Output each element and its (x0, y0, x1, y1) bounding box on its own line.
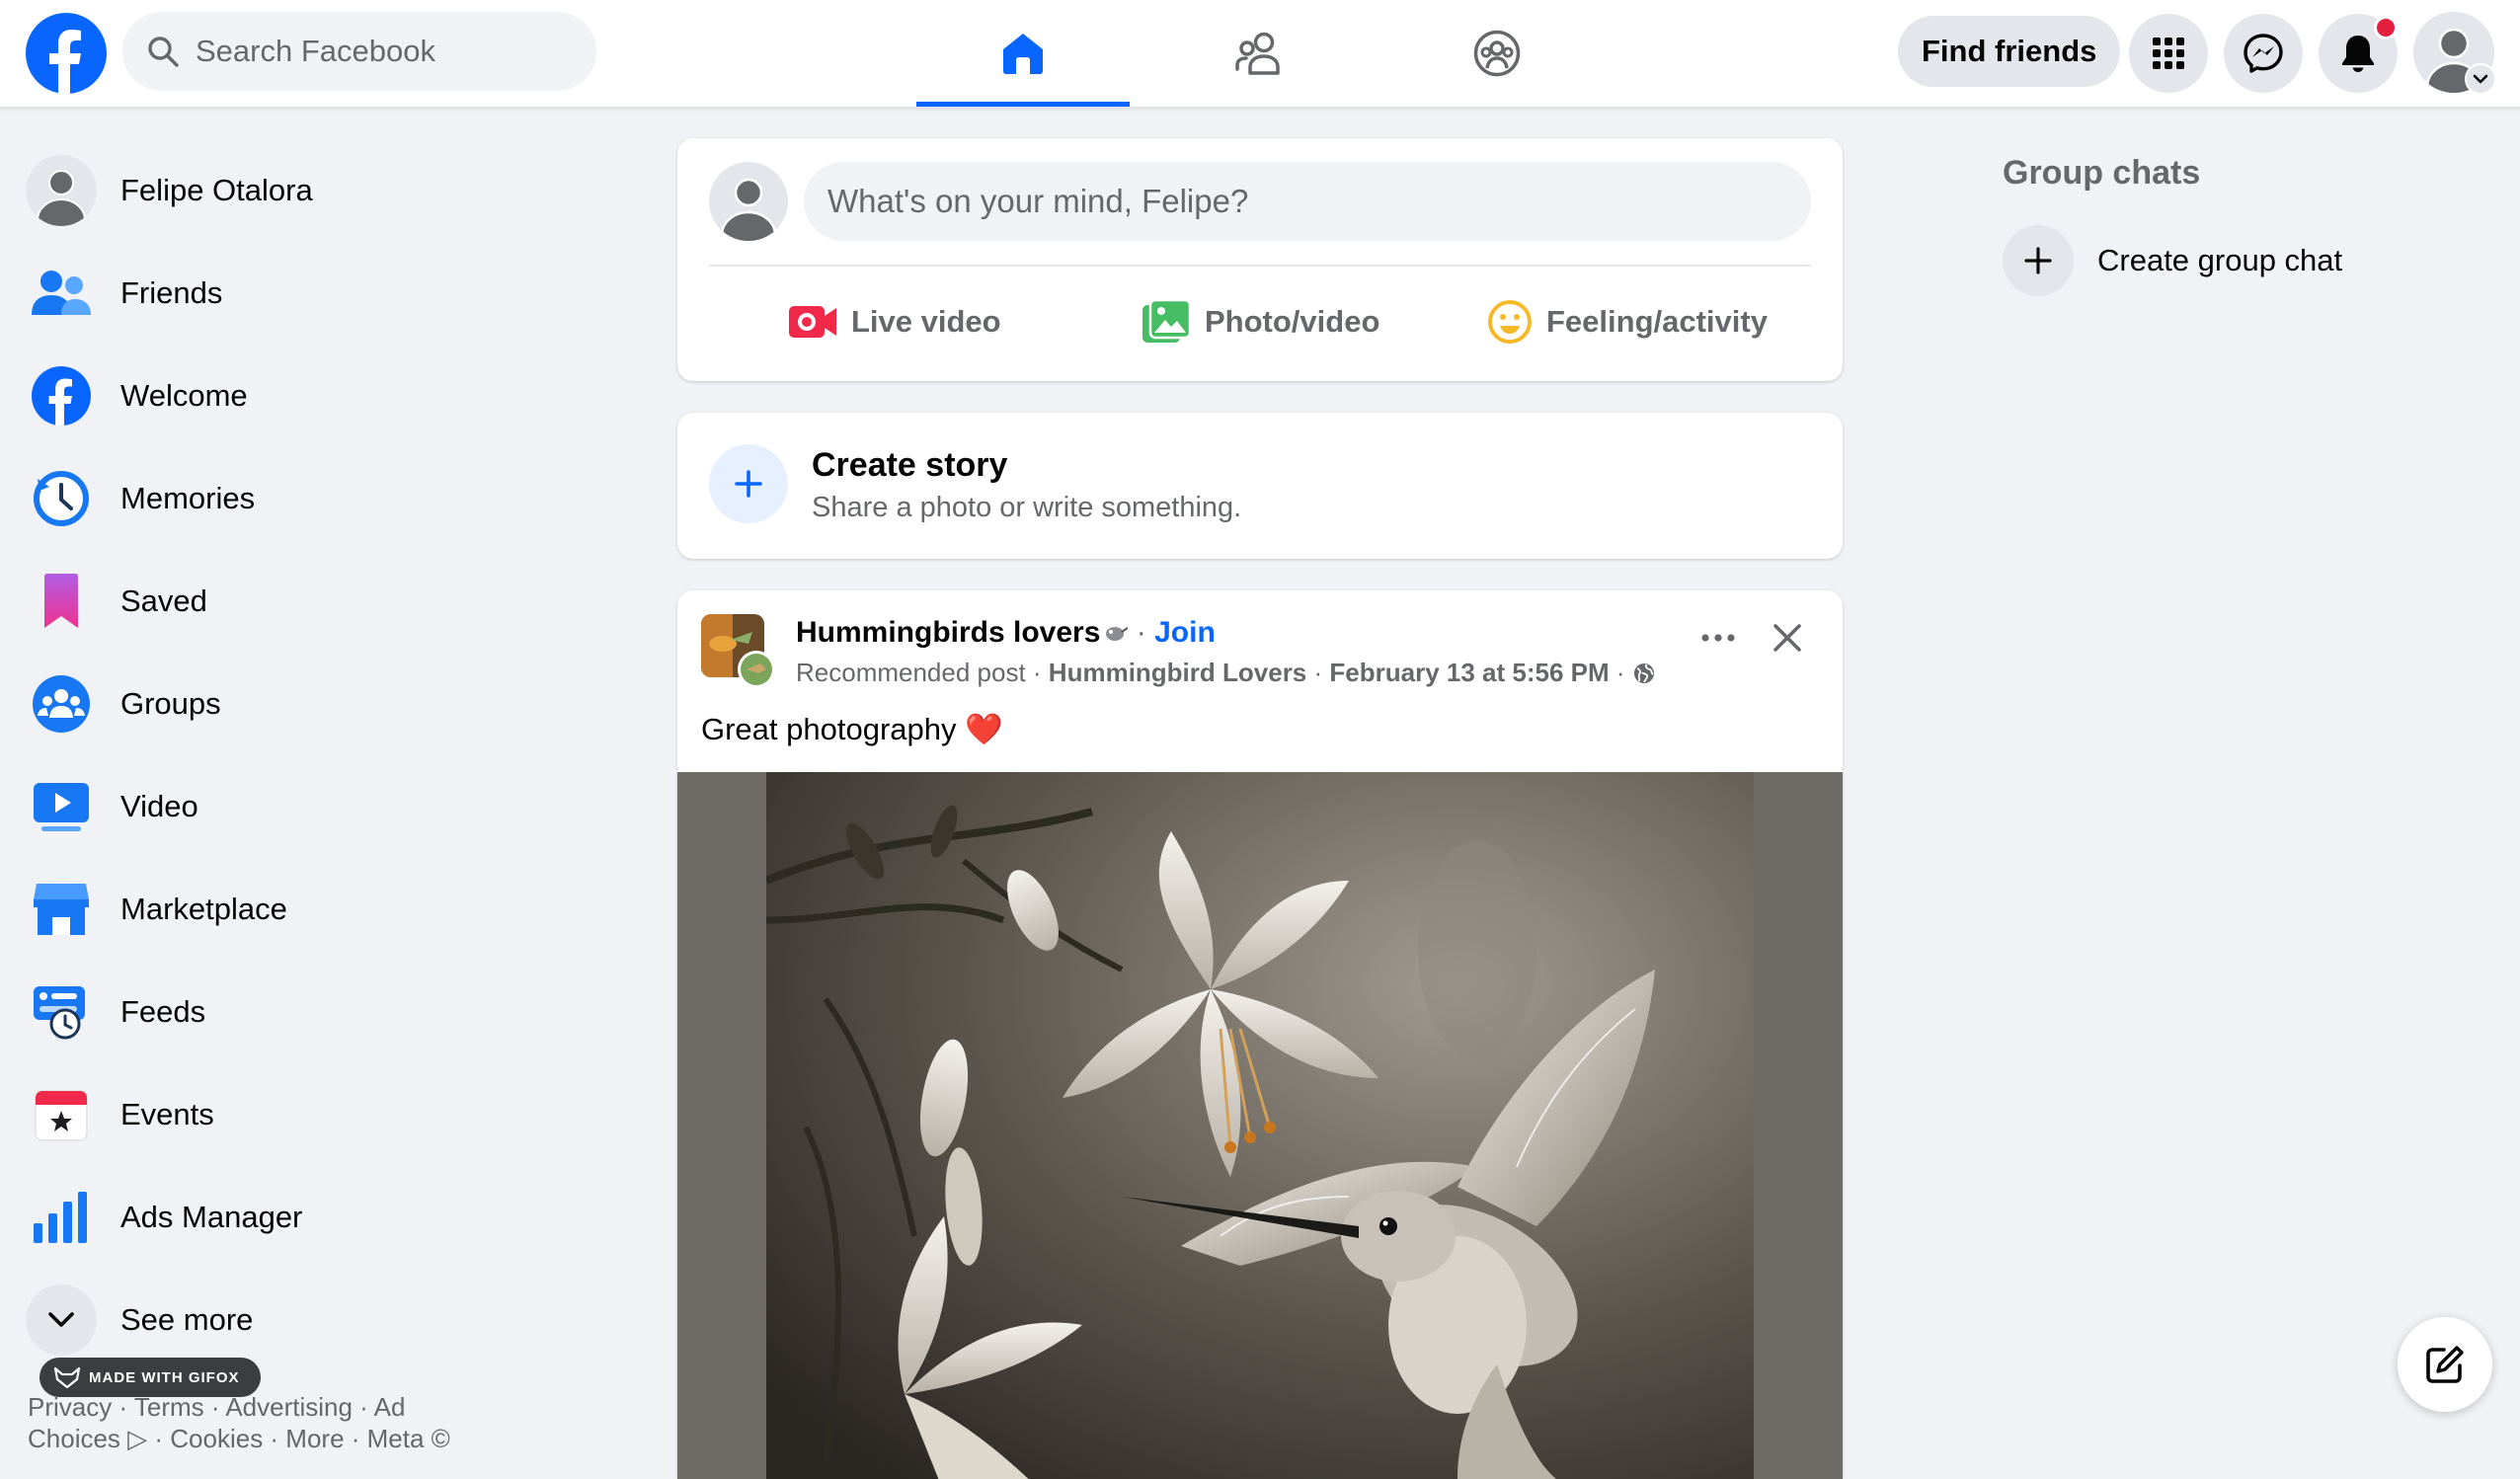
post-author-link[interactable]: Hummingbird Lovers (1049, 658, 1306, 687)
separator-dot: · (1136, 616, 1146, 649)
sidebar-item-marketplace[interactable]: Marketplace (26, 865, 579, 954)
close-icon (1773, 624, 1801, 652)
groups-nav-icon (1473, 30, 1521, 77)
friends-icon (26, 258, 97, 329)
gifox-watermark: MADE WITH GIFOX (39, 1358, 261, 1397)
feeds-icon (26, 976, 97, 1048)
tab-home[interactable] (916, 0, 1130, 107)
fox-logo-icon (53, 1366, 81, 1388)
sidebar-item-ads-manager[interactable]: Ads Manager (26, 1173, 579, 1262)
sidebar-item-label: Saved (120, 584, 207, 618)
compose-edit-icon (2426, 1346, 2464, 1383)
create-group-chat-label: Create group chat (2097, 243, 2343, 277)
events-icon (26, 1079, 97, 1150)
feeling-activity-button[interactable]: Feeling/activity (1487, 286, 1768, 357)
photo-video-icon (1142, 299, 1191, 343)
video-icon (26, 771, 97, 842)
post-options-button[interactable] (1689, 608, 1748, 667)
recommended-label: Recommended post (796, 658, 1026, 687)
sidebar-item-label: Felipe Otalora (120, 173, 313, 207)
hide-post-button[interactable] (1758, 608, 1817, 667)
create-story-subtitle: Share a photo or write something. (812, 492, 1242, 523)
avatar[interactable] (709, 162, 788, 241)
globe-icon (1633, 663, 1654, 683)
feeling-icon (1488, 300, 1532, 344)
sidebar-item-label: Groups (120, 686, 221, 721)
facebook-logo-icon[interactable] (26, 13, 107, 94)
messenger-button[interactable] (2224, 14, 2303, 93)
footer-links[interactable]: Privacy · Terms · Advertising · Ad (28, 1392, 405, 1423)
top-navigation-bar: Find friends (0, 0, 2520, 107)
feed-post: Hummingbirds lovers · Join Recommended p… (677, 590, 1843, 1479)
notifications-button[interactable] (2319, 14, 2398, 93)
chevron-down-icon (26, 1284, 97, 1356)
marketplace-icon (26, 874, 97, 945)
post-header-title: Hummingbirds lovers · Join (796, 616, 1216, 650)
sidebar-item-memories[interactable]: Memories (26, 454, 579, 543)
group-name-link[interactable]: Hummingbirds lovers (796, 616, 1100, 649)
sidebar-item-label: Events (120, 1097, 214, 1131)
join-group-button[interactable]: Join (1154, 616, 1216, 649)
sidebar-item-label: Video (120, 789, 198, 823)
sidebar-item-groups[interactable]: Groups (26, 660, 579, 748)
profile-avatar-icon (26, 155, 97, 226)
tab-groups[interactable] (1390, 0, 1604, 107)
create-group-chat-button[interactable]: Create group chat (2003, 225, 2342, 296)
create-story-card[interactable]: Create story Share a photo or write some… (677, 413, 1843, 559)
live-video-icon (789, 306, 836, 338)
bell-icon (2342, 36, 2374, 72)
search-icon (148, 37, 179, 67)
home-icon (1003, 34, 1043, 74)
sidebar-item-label: Welcome (120, 378, 248, 413)
sidebar-item-label: Marketplace (120, 892, 287, 926)
post-text: Great photography ❤️ (701, 712, 1003, 746)
saved-bookmark-icon (26, 566, 97, 637)
groups-icon (26, 668, 97, 740)
tab-friends[interactable] (1153, 0, 1367, 107)
post-photo-hummingbird[interactable] (766, 772, 1754, 1479)
sidebar-item-see-more[interactable]: See more (26, 1276, 579, 1364)
sidebar-item-friends[interactable]: Friends (26, 249, 579, 338)
sidebar-item-label: Memories (120, 481, 256, 515)
search-bar[interactable] (122, 12, 596, 91)
sidebar-item-events[interactable]: Events (26, 1070, 579, 1159)
messenger-icon (2244, 34, 2283, 73)
hummingbird-emoji-icon (1106, 627, 1129, 641)
notification-dot (2374, 16, 2398, 39)
sidebar-item-video[interactable]: Video (26, 762, 579, 851)
facebook-logo-icon (26, 360, 97, 431)
group-avatar[interactable] (701, 614, 776, 689)
sidebar-item-label: Feeds (120, 994, 206, 1029)
grid-menu-icon (2153, 38, 2184, 69)
more-horizontal-icon (1701, 634, 1735, 642)
divider (709, 265, 1811, 267)
sidebar-item-feeds[interactable]: Feeds (26, 968, 579, 1056)
sidebar-item-saved[interactable]: Saved (26, 557, 579, 646)
menu-button[interactable] (2129, 14, 2208, 93)
plus-icon (709, 444, 788, 523)
sidebar-item-label: Ads Manager (120, 1200, 303, 1234)
sidebar-item-welcome[interactable]: Welcome (26, 351, 579, 440)
find-friends-button[interactable]: Find friends (1898, 16, 2121, 87)
sidebar-item-label: Friends (120, 275, 223, 310)
account-chevron-icon[interactable] (2465, 63, 2496, 95)
plus-icon (2003, 225, 2074, 296)
whats-on-your-mind-input[interactable]: What's on your mind, Felipe? (804, 162, 1811, 241)
post-timestamp[interactable]: February 13 at 5:56 PM (1329, 658, 1609, 687)
create-story-title: Create story (812, 446, 1008, 484)
live-video-button[interactable]: Live video (788, 286, 1001, 357)
photo-video-button[interactable]: Photo/video (1142, 286, 1379, 357)
new-message-button[interactable] (2398, 1317, 2492, 1412)
friends-nav-icon (1235, 32, 1280, 75)
post-composer: What's on your mind, Felipe? Live video … (677, 138, 1843, 381)
group-chats-heading: Group chats (2003, 154, 2201, 192)
memories-clock-icon (26, 463, 97, 534)
ads-manager-icon (26, 1182, 97, 1253)
sidebar-item-profile[interactable]: Felipe Otalora (26, 146, 579, 235)
post-meta: Recommended post · Hummingbird Lovers · … (796, 658, 1656, 688)
sidebar-item-label: See more (120, 1302, 254, 1337)
search-input[interactable] (194, 33, 573, 70)
footer-links-more[interactable]: Choices ▷ · Cookies · More · Meta © (28, 1424, 450, 1454)
